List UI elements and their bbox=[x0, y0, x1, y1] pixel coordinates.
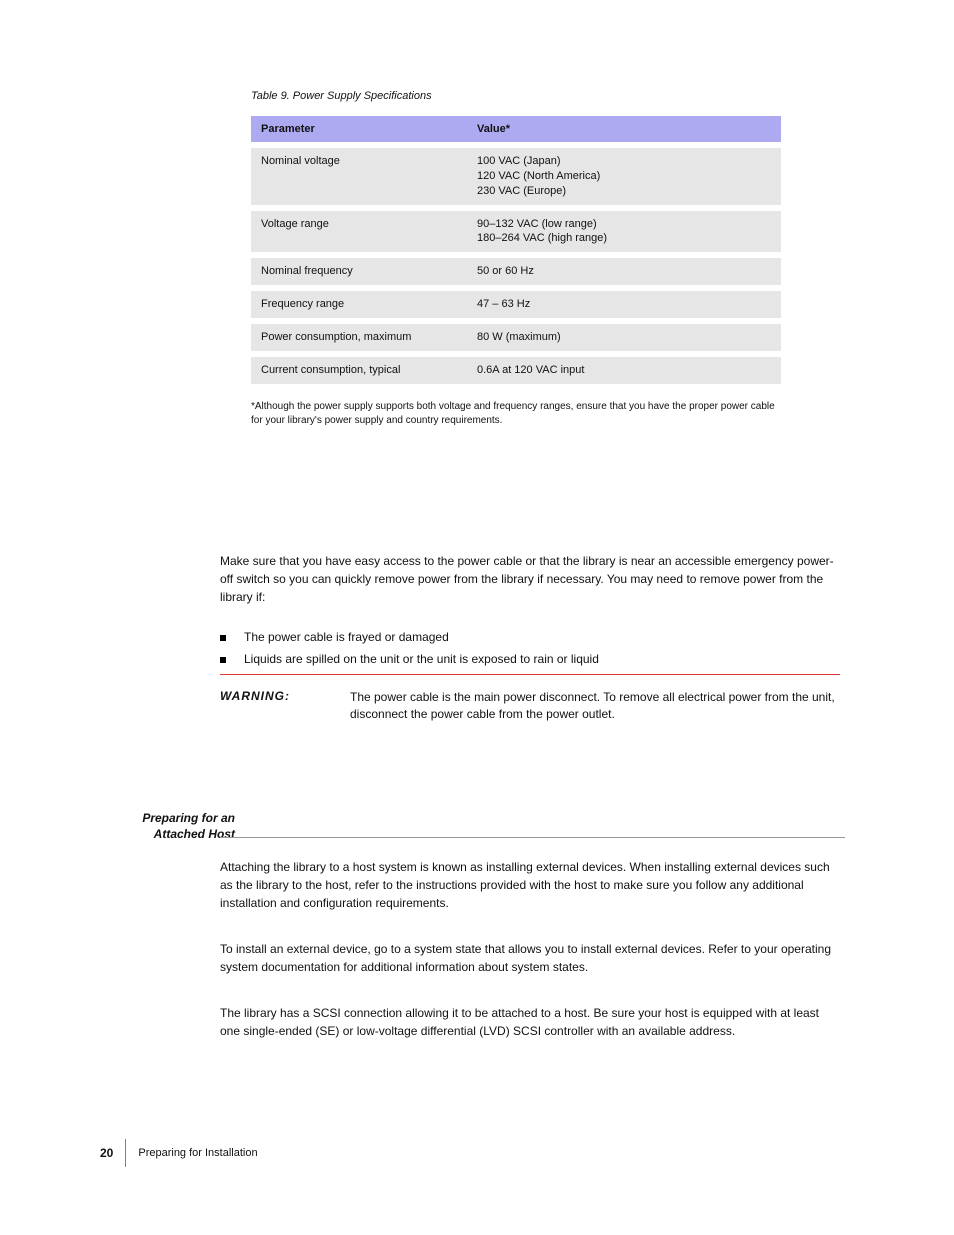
list-item: Liquids are spilled on the unit or the u… bbox=[220, 652, 840, 666]
table-row: Frequency range 47 – 63 Hz bbox=[251, 291, 781, 318]
power-table: Parameter Value* Nominal voltage 100 VAC… bbox=[251, 110, 781, 390]
page-number: 20 bbox=[100, 1146, 125, 1160]
table-cell-value: 47 – 63 Hz bbox=[467, 291, 781, 318]
section-paragraph-3: The library has a SCSI connection allowi… bbox=[220, 1004, 840, 1040]
footer-separator bbox=[125, 1139, 126, 1167]
table-cell-param: Nominal voltage bbox=[251, 148, 467, 205]
table-header-parameter: Parameter bbox=[251, 116, 467, 142]
warning-text: The power cable is the main power discon… bbox=[350, 689, 840, 724]
table-cell-value: 100 VAC (Japan) 120 VAC (North America) … bbox=[467, 148, 781, 205]
table-cell-param: Power consumption, maximum bbox=[251, 324, 467, 351]
bullet-icon bbox=[220, 657, 226, 663]
table-footnote: *Although the power supply supports both… bbox=[251, 400, 781, 428]
table-cell-value: 90–132 VAC (low range) 180–264 VAC (high… bbox=[467, 211, 781, 253]
bullet-text: The power cable is frayed or damaged bbox=[244, 630, 449, 644]
table-row: Voltage range 90–132 VAC (low range) 180… bbox=[251, 211, 781, 253]
table-cell-param: Current consumption, typical bbox=[251, 357, 467, 384]
section-paragraph-1: Attaching the library to a host system i… bbox=[220, 858, 840, 912]
table-row: Nominal frequency 50 or 60 Hz bbox=[251, 258, 781, 285]
bullet-icon bbox=[220, 635, 226, 641]
table-caption: Table 9. Power Supply Specifications bbox=[251, 90, 781, 102]
table-cell-value: 50 or 60 Hz bbox=[467, 258, 781, 285]
list-item: The power cable is frayed or damaged bbox=[220, 630, 840, 644]
table-cell-param: Voltage range bbox=[251, 211, 467, 253]
table-header-value: Value* bbox=[467, 116, 781, 142]
section-heading: Preparing for an Attached Host bbox=[95, 810, 235, 842]
intro-paragraph: Make sure that you have easy access to t… bbox=[220, 552, 840, 606]
table-cell-param: Frequency range bbox=[251, 291, 467, 318]
bullet-text: Liquids are spilled on the unit or the u… bbox=[244, 652, 599, 666]
table-cell-value: 80 W (maximum) bbox=[467, 324, 781, 351]
table-row: Current consumption, typical 0.6A at 120… bbox=[251, 357, 781, 384]
warning-label: WARNING: bbox=[220, 689, 350, 724]
section-rule bbox=[220, 837, 845, 838]
table-cell-value: 0.6A at 120 VAC input bbox=[467, 357, 781, 384]
warning-rule bbox=[220, 674, 840, 675]
table-row: Power consumption, maximum 80 W (maximum… bbox=[251, 324, 781, 351]
section-paragraph-2: To install an external device, go to a s… bbox=[220, 940, 840, 976]
page-footer: 20 Preparing for Installation bbox=[100, 1139, 258, 1167]
footer-text: Preparing for Installation bbox=[138, 1147, 257, 1159]
table-row: Nominal voltage 100 VAC (Japan) 120 VAC … bbox=[251, 148, 781, 205]
table-cell-param: Nominal frequency bbox=[251, 258, 467, 285]
